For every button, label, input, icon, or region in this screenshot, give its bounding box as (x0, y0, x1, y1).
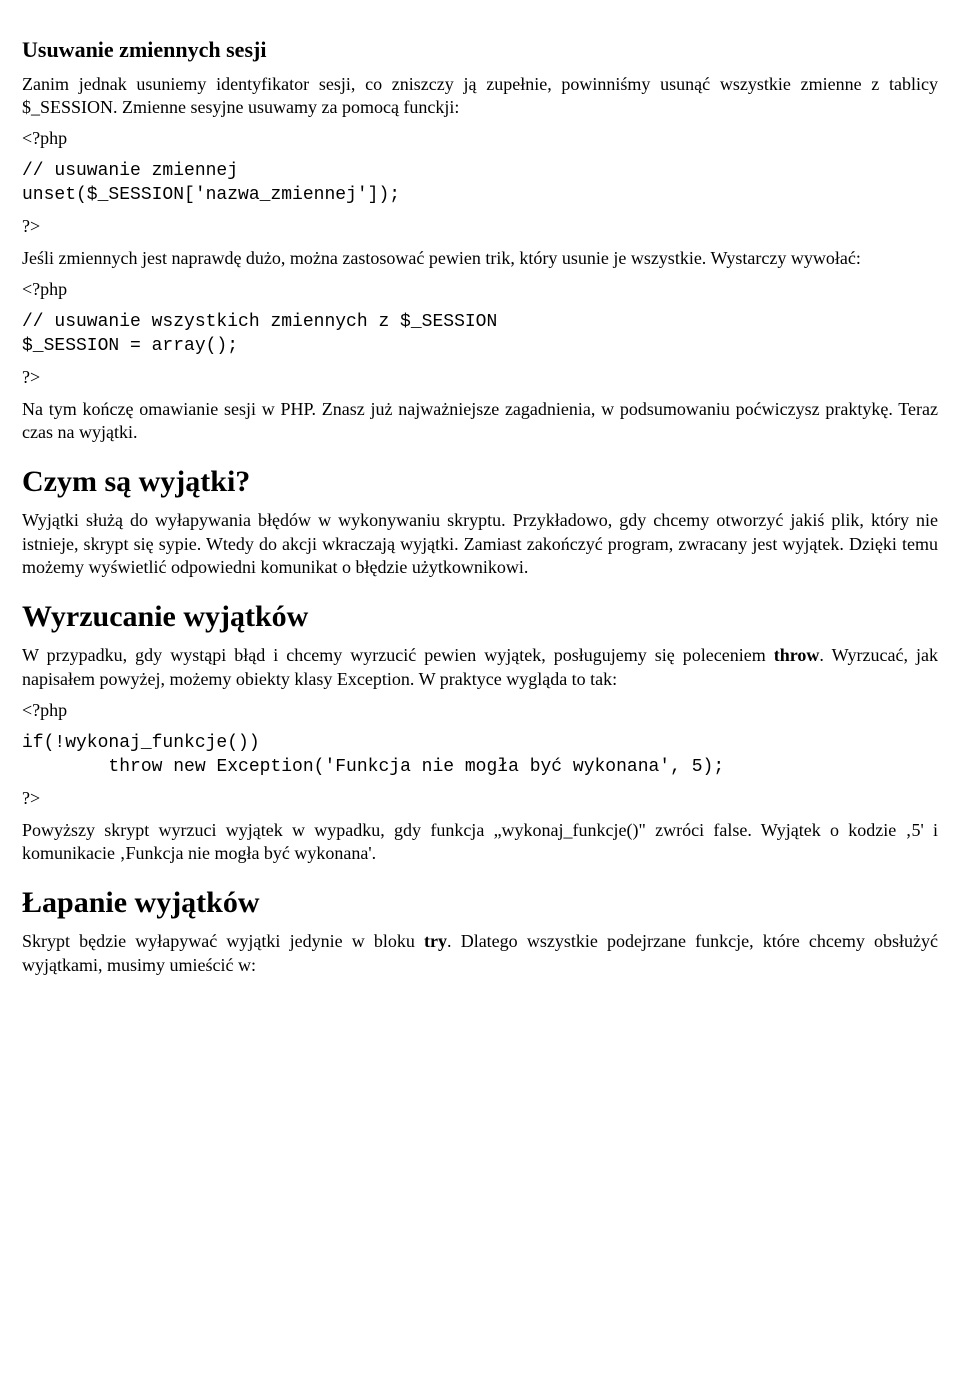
paragraph: Wyjątki służą do wyłapywania błędów w wy… (22, 509, 938, 579)
php-close-tag: ?> (22, 366, 938, 389)
code-block-unset: // usuwanie zmiennej unset($_SESSION['na… (22, 159, 938, 208)
heading-what-are-exceptions: Czym są wyjątki? (22, 462, 938, 501)
text: Skrypt będzie wyłapywać wyjątki jedynie … (22, 931, 424, 951)
php-close-tag: ?> (22, 215, 938, 238)
code-block-throw: if(!wykonaj_funkcje()) throw new Excepti… (22, 731, 938, 780)
paragraph: Jeśli zmiennych jest naprawdę dużo, możn… (22, 247, 938, 270)
php-open-tag: <?php (22, 127, 938, 150)
paragraph: Zanim jednak usuniemy identyfikator sesj… (22, 73, 938, 120)
heading-catching-exceptions: Łapanie wyjątków (22, 883, 938, 922)
php-open-tag: <?php (22, 278, 938, 301)
paragraph: W przypadku, gdy wystąpi błąd i chcemy w… (22, 644, 938, 691)
paragraph: Skrypt będzie wyłapywać wyjątki jedynie … (22, 930, 938, 977)
keyword-throw: throw (774, 645, 820, 665)
code-block-array: // usuwanie wszystkich zmiennych z $_SES… (22, 310, 938, 359)
keyword-try: try (424, 931, 447, 951)
paragraph: Powyższy skrypt wyrzuci wyjątek w wypadk… (22, 819, 938, 866)
php-close-tag: ?> (22, 787, 938, 810)
php-open-tag: <?php (22, 699, 938, 722)
heading-throwing-exceptions: Wyrzucanie wyjątków (22, 597, 938, 636)
heading-remove-session-vars: Usuwanie zmiennych sesji (22, 36, 938, 65)
paragraph: Na tym kończę omawianie sesji w PHP. Zna… (22, 398, 938, 445)
text: W przypadku, gdy wystąpi błąd i chcemy w… (22, 645, 774, 665)
